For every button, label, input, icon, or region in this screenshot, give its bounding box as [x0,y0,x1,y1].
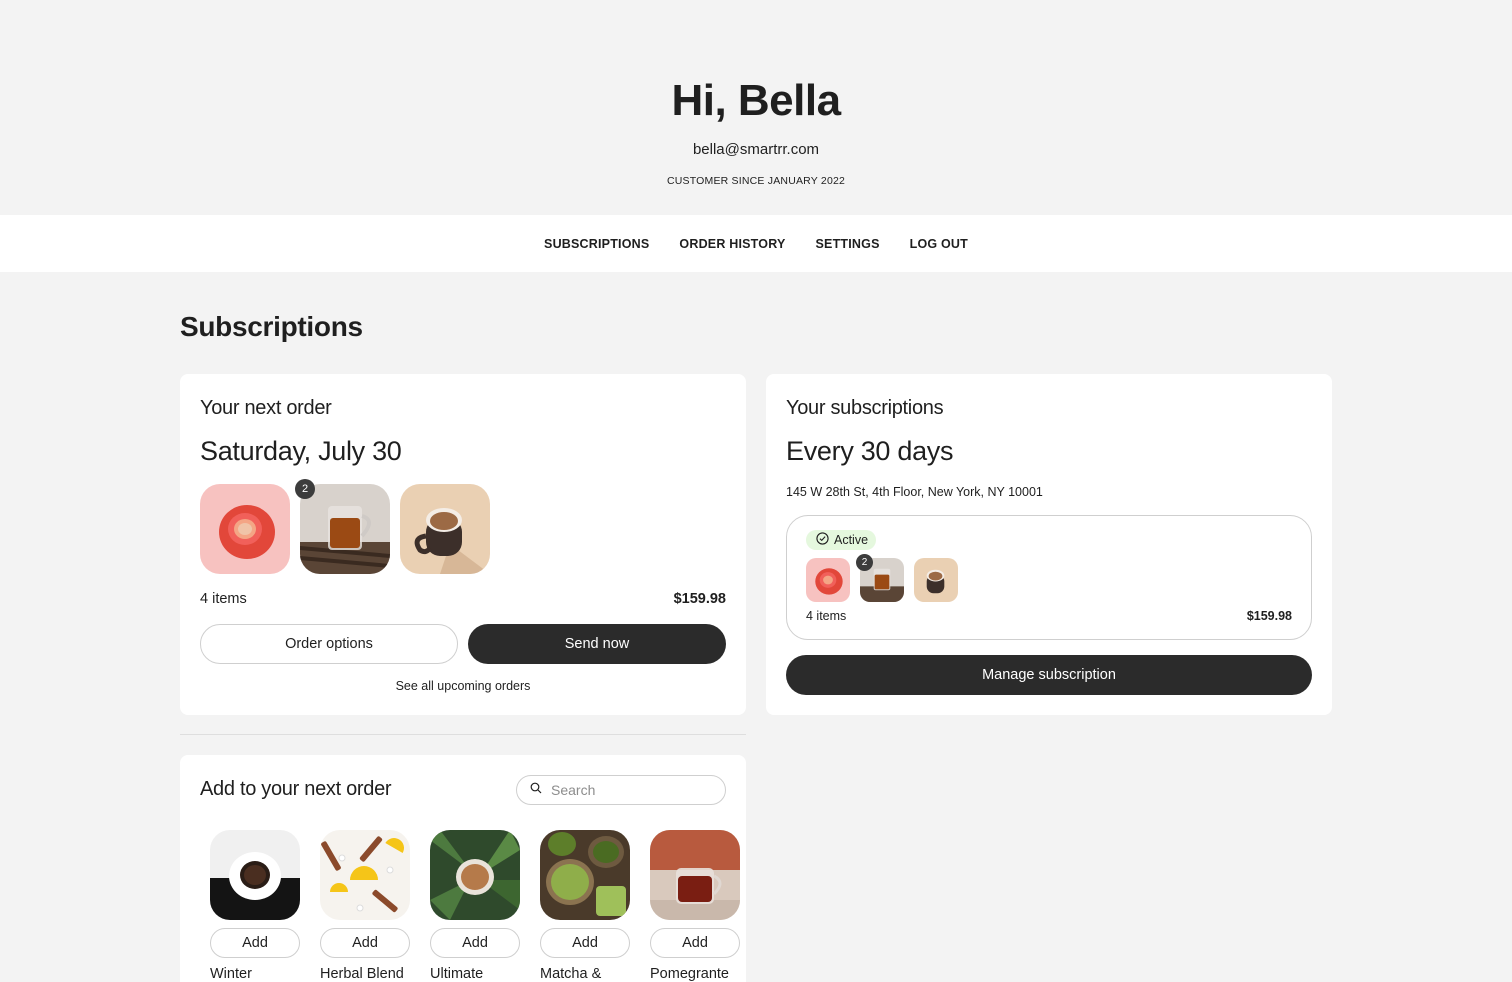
product-card: Add Herbal Blend [320,830,410,982]
page-title: Subscriptions [180,311,363,342]
product-image[interactable] [210,830,300,920]
items-count: 4 items [200,591,247,607]
mini-thumb-red-cup [806,558,850,602]
order-options-button[interactable]: Order options [200,624,458,664]
search-icon [530,781,542,799]
product-card: Add Pomegrante [650,830,740,982]
manage-subscription-button[interactable]: Manage subscription [786,655,1312,695]
quantity-badge: 2 [856,554,873,571]
product-card: Add Matcha & [540,830,630,982]
see-all-upcoming-link[interactable]: See all upcoming orders [180,679,746,693]
subscription-frequency: Every 30 days [786,436,954,466]
product-image[interactable] [540,830,630,920]
product-name: Ultimate [430,966,484,982]
user-email: bella@smartrr.com [692,141,820,158]
greeting-title: Hi, Bella [671,76,841,125]
mini-thumb-glass-tea: 2 [856,554,904,602]
subscriptions-card: Your subscriptions Every 30 days 145 W 2… [766,374,1332,715]
product-thumb-coffee-mug[interactable] [400,484,490,574]
subscription-total: $159.98 [1246,609,1292,623]
nav-log-out[interactable]: LOG OUT [910,237,968,251]
nav-order-history[interactable]: ORDER HISTORY [679,237,785,251]
nav-settings[interactable]: SETTINGS [816,237,880,251]
add-product-button[interactable]: Add [320,928,410,958]
status-label: Active [834,533,869,547]
order-total: $159.98 [673,591,726,607]
send-now-button[interactable]: Send now [468,624,726,664]
check-circle-icon [816,532,829,548]
product-image[interactable] [320,830,410,920]
product-card: Add Winter [210,830,300,982]
quantity-badge: 2 [295,479,315,499]
product-image[interactable] [430,830,520,920]
items-count: 4 items [806,609,847,623]
next-order-heading: Your next order [200,397,332,419]
add-product-button[interactable]: Add [430,928,520,958]
search-input[interactable] [551,782,701,798]
mini-thumb-coffee-mug [914,558,958,602]
product-list: Add Winter Add Herbal Blend Add Ultimate… [210,830,740,982]
subscription-summary: 4 items $159.98 [806,609,1292,623]
add-to-order-heading: Add to your next order [200,778,392,800]
next-order-date: Saturday, July 30 [200,436,402,466]
next-order-summary: 4 items $159.98 [200,591,726,607]
subscription-thumbs: 2 [806,554,958,602]
product-thumb-glass-tea[interactable]: 2 [295,479,390,574]
product-name: Herbal Blend [320,966,404,982]
next-order-card: Your next order Saturday, July 30 2 4 it… [180,374,746,715]
product-thumb-red-cup[interactable] [200,484,290,574]
add-product-button[interactable]: Add [210,928,300,958]
shipping-address: 145 W 28th St, 4th Floor, New York, NY 1… [786,485,1043,499]
account-nav: SUBSCRIPTIONS ORDER HISTORY SETTINGS LOG… [0,215,1512,272]
product-card: Add Ultimate [430,830,520,982]
product-image[interactable] [650,830,740,920]
add-product-button[interactable]: Add [540,928,630,958]
customer-since: CUSTOMER SINCE JANUARY 2022 [666,175,846,187]
status-badge: Active [806,530,877,550]
profile-header: Hi, Bella bella@smartrr.com CUSTOMER SIN… [0,0,1512,215]
add-to-order-card: Add to your next order Add Winter [180,755,746,982]
section-divider [180,734,746,735]
search-field[interactable] [516,775,726,805]
subscriptions-heading: Your subscriptions [786,397,944,419]
subscription-item[interactable]: Active 2 4 items $159.98 [786,515,1312,640]
nav-subscriptions[interactable]: SUBSCRIPTIONS [544,237,649,251]
add-product-button[interactable]: Add [650,928,740,958]
product-name: Matcha & [540,966,602,982]
product-name: Winter [210,966,252,982]
product-name: Pomegrante [650,966,729,982]
next-order-thumbs: 2 [200,479,490,574]
